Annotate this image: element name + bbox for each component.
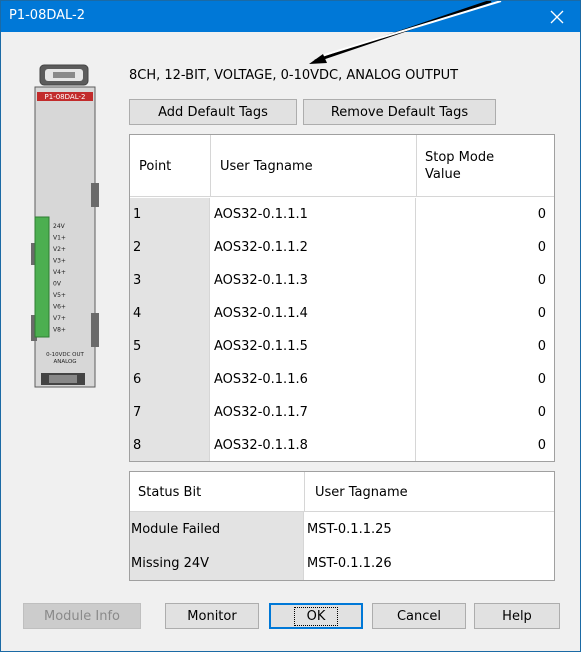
module-info-button[interactable]: Module Info: [23, 603, 141, 629]
table-row[interactable]: 4 AOS32-0.1.1.4 0: [130, 297, 554, 330]
stop-mode-value-cell[interactable]: 0: [417, 198, 549, 231]
svg-text:0-10VDC OUT: 0-10VDC OUT: [46, 352, 84, 358]
user-tagname-cell[interactable]: AOS32-0.1.1.3: [211, 264, 416, 297]
status-user-tagname-cell[interactable]: MST-0.1.1.25: [305, 512, 545, 546]
points-table-header: Point User Tagname Stop Mode Value: [130, 135, 554, 197]
terminal-label: V2+: [53, 246, 66, 253]
point-cell: 4: [130, 297, 210, 330]
terminal-label: V3+: [53, 258, 66, 265]
module-image: P1-08DAL-2 24V V1+ V2+ V3+ V4+ 0V V5+ V6+ V7+ V8+…: [31, 64, 99, 388]
point-cell: 8: [130, 429, 210, 461]
user-tagname-cell[interactable]: AOS32-0.1.1.6: [211, 363, 416, 396]
table-row[interactable]: 3 AOS32-0.1.1.3 0: [130, 264, 554, 297]
status-table: Status Bit User Tagname Module Failed MST…: [129, 471, 555, 581]
stop-mode-value-cell[interactable]: 0: [417, 363, 549, 396]
module-description: 8CH, 12-BIT, VOLTAGE, 0-10VDC, ANALOG OU…: [129, 68, 459, 83]
header-stop-mode-line1: Stop Mode: [425, 150, 495, 165]
header-status-user-tagname[interactable]: User Tagname: [305, 472, 545, 512]
stop-mode-value-cell[interactable]: 0: [417, 264, 549, 297]
point-cell: 7: [130, 396, 210, 429]
table-row[interactable]: 7 AOS32-0.1.1.7 0: [130, 396, 554, 429]
header-status-bit[interactable]: Status Bit: [130, 472, 305, 512]
point-cell: 3: [130, 264, 210, 297]
point-cell: 6: [130, 363, 210, 396]
add-default-tags-button[interactable]: Add Default Tags: [129, 99, 297, 125]
monitor-button[interactable]: Monitor: [165, 603, 259, 629]
header-user-tagname[interactable]: User Tagname: [211, 135, 417, 197]
table-row[interactable]: 1 AOS32-0.1.1.1 0: [130, 198, 554, 231]
terminal-label: V6+: [53, 304, 66, 311]
ok-button-label: OK: [293, 606, 339, 626]
status-user-tagname-cell[interactable]: MST-0.1.1.26: [305, 546, 545, 580]
status-table-header: Status Bit User Tagname: [130, 472, 554, 512]
points-table: Point User Tagname Stop Mode Value 1 AOS3…: [129, 134, 555, 462]
user-tagname-cell[interactable]: AOS32-0.1.1.7: [211, 396, 416, 429]
title-bar[interactable]: P1-08DAL-2: [1, 1, 580, 32]
terminal-label: 24V: [53, 223, 66, 230]
terminal-label: V1+: [53, 235, 66, 242]
header-stop-mode-value[interactable]: Stop Mode Value: [417, 135, 549, 197]
terminal-label: V4+: [53, 269, 66, 276]
point-cell: 2: [130, 231, 210, 264]
stop-mode-value-cell[interactable]: 0: [417, 429, 549, 461]
table-row[interactable]: Module Failed MST-0.1.1.25: [130, 512, 554, 546]
terminal-label: V8+: [53, 327, 66, 334]
table-row[interactable]: 2 AOS32-0.1.1.2 0: [130, 231, 554, 264]
status-bit-cell: Module Failed: [130, 512, 304, 546]
svg-text:ANALOG: ANALOG: [53, 359, 76, 365]
user-tagname-cell[interactable]: AOS32-0.1.1.4: [211, 297, 416, 330]
svg-text:P1-08DAL-2: P1-08DAL-2: [45, 93, 86, 101]
terminal-label: V5+: [53, 292, 66, 299]
user-tagname-cell[interactable]: AOS32-0.1.1.2: [211, 231, 416, 264]
ok-button[interactable]: OK: [269, 603, 363, 629]
table-row[interactable]: Missing 24V MST-0.1.1.26: [130, 546, 554, 580]
table-row[interactable]: 6 AOS32-0.1.1.6 0: [130, 363, 554, 396]
stop-mode-value-cell[interactable]: 0: [417, 297, 549, 330]
point-cell: 5: [130, 330, 210, 363]
table-row[interactable]: 5 AOS32-0.1.1.5 0: [130, 330, 554, 363]
terminal-label: 0V: [53, 281, 62, 288]
user-tagname-cell[interactable]: AOS32-0.1.1.8: [211, 429, 416, 461]
remove-default-tags-button[interactable]: Remove Default Tags: [303, 99, 496, 125]
stop-mode-value-cell[interactable]: 0: [417, 330, 549, 363]
dialog-window: P1-08DAL-2 P1-08DAL-2 24V V1+ V2+ V3+ V4+ 0V V…: [0, 0, 581, 652]
terminal-label: V7+: [53, 315, 66, 322]
table-row[interactable]: 8 AOS32-0.1.1.8 0: [130, 429, 554, 461]
status-bit-cell: Missing 24V: [130, 546, 304, 580]
stop-mode-value-cell[interactable]: 0: [417, 396, 549, 429]
window-title: P1-08DAL-2: [9, 8, 85, 23]
stop-mode-value-cell[interactable]: 0: [417, 231, 549, 264]
close-button[interactable]: [534, 1, 580, 32]
cancel-button[interactable]: Cancel: [372, 603, 466, 629]
help-button[interactable]: Help: [474, 603, 560, 629]
user-tagname-cell[interactable]: AOS32-0.1.1.5: [211, 330, 416, 363]
header-point[interactable]: Point: [130, 135, 211, 197]
header-stop-mode-line2: Value: [425, 167, 461, 182]
user-tagname-cell[interactable]: AOS32-0.1.1.1: [211, 198, 416, 231]
close-icon: [550, 10, 564, 23]
point-cell: 1: [130, 198, 210, 231]
